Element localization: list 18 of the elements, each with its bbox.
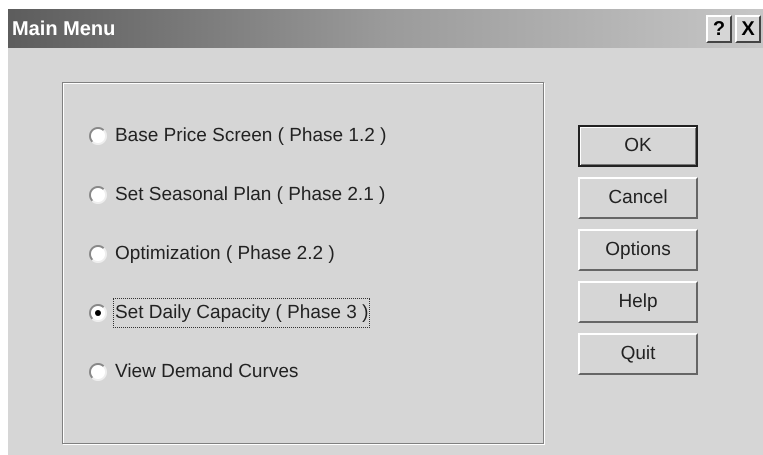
radio-label[interactable]: View Demand Curves [113,356,300,388]
radio-button[interactable] [89,186,107,204]
help-title-button[interactable]: ? [706,14,732,42]
radio-label[interactable]: Set Daily Capacity ( Phase 3 ) [113,298,370,328]
dialog-button[interactable]: Cancel [578,177,698,219]
radio-button[interactable] [89,304,107,322]
radio-label[interactable]: Base Price Screen ( Phase 1.2 ) [113,120,388,152]
radio-label[interactable]: Set Seasonal Plan ( Phase 2.1 ) [113,180,388,210]
dialog-button[interactable]: Help [578,281,698,323]
radio-button[interactable] [89,363,107,381]
close-button[interactable]: X [735,14,761,42]
radio-button[interactable] [89,127,107,145]
dialog-button[interactable]: OK [578,125,698,167]
dialog-button[interactable]: Options [578,229,698,271]
radio-button[interactable] [89,245,107,263]
window-title: Main Menu [12,16,116,42]
radio-label[interactable]: Optimization ( Phase 2.2 ) [113,238,337,270]
dialog-button[interactable]: Quit [578,333,698,375]
